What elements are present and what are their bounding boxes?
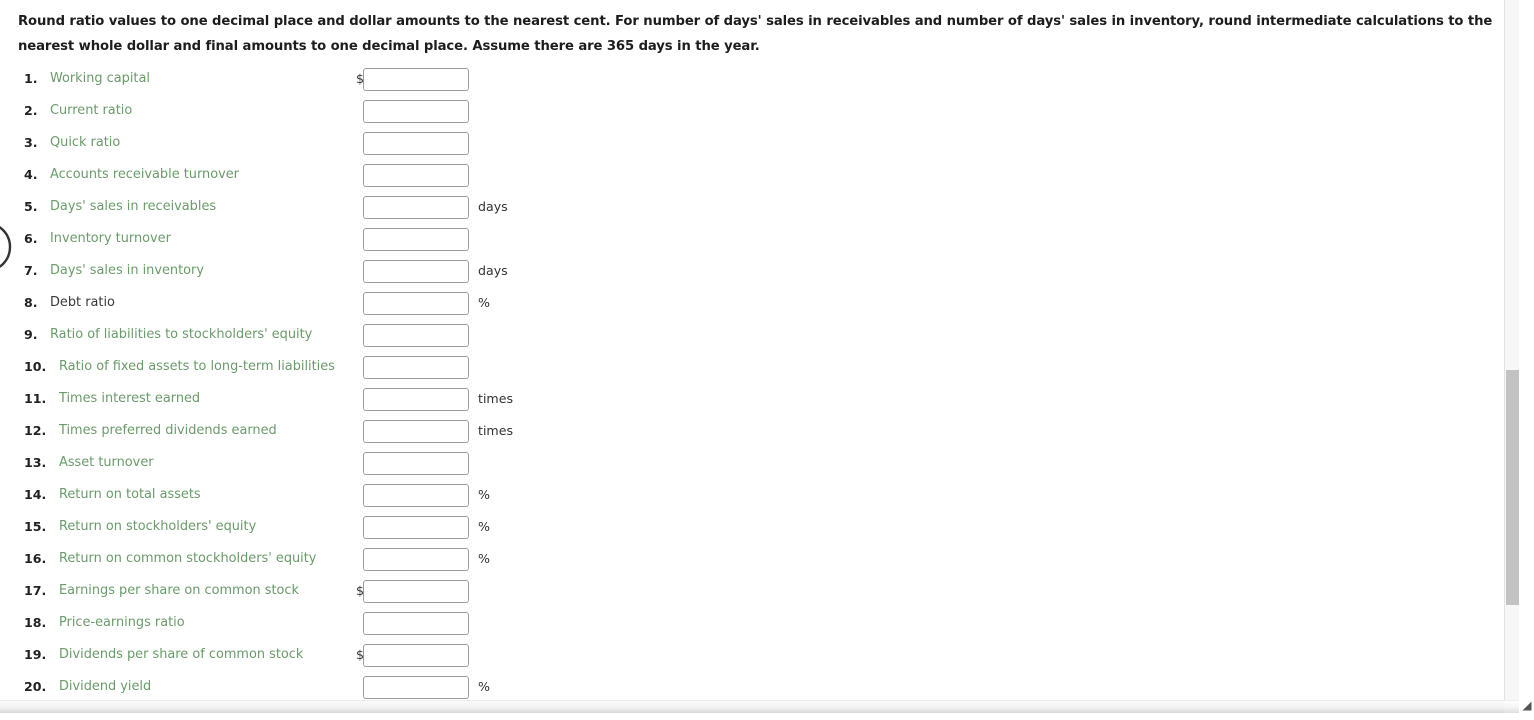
answer-input[interactable] xyxy=(363,612,469,635)
ratio-row: 1. Working capital $ xyxy=(0,68,1519,100)
row-label: Asset turnover xyxy=(59,455,154,470)
row-label: Dividends per share of common stock xyxy=(59,647,304,662)
row-label: Working capital xyxy=(50,71,150,86)
row-label: Accounts receivable turnover xyxy=(50,167,239,182)
row-label: Ratio of liabilities to stockholders' eq… xyxy=(50,327,313,342)
vertical-scrollbar-thumb[interactable] xyxy=(1506,370,1519,605)
row-number: 12. xyxy=(24,423,47,438)
row-number: 6. xyxy=(24,231,38,246)
ratio-row: 4. Accounts receivable turnover xyxy=(0,164,1519,196)
row-number: 7. xyxy=(24,263,38,278)
unit-suffix: % xyxy=(478,551,490,566)
row-number: 1. xyxy=(24,71,38,86)
row-label: Price-earnings ratio xyxy=(59,615,185,630)
unit-suffix: times xyxy=(478,423,514,438)
ratio-row: 5. Days' sales in receivables days xyxy=(0,196,1519,228)
row-number: 11. xyxy=(24,391,47,406)
row-number: 3. xyxy=(24,135,38,150)
unit-suffix: % xyxy=(478,295,490,310)
row-label: Inventory turnover xyxy=(50,231,171,246)
answer-input[interactable] xyxy=(363,580,469,603)
row-number: 14. xyxy=(24,487,47,502)
answer-input[interactable] xyxy=(363,196,469,219)
ratio-row: 14. Return on total assets% xyxy=(0,484,1519,516)
row-label: Quick ratio xyxy=(50,135,121,150)
ratio-row: 19. Dividends per share of common stock $ xyxy=(0,644,1519,676)
row-number: 10. xyxy=(24,359,47,374)
ratio-row: 12. Times preferred dividends earned times xyxy=(0,420,1519,452)
row-label: Return on stockholders' equity xyxy=(59,519,257,534)
row-label: Times interest earned xyxy=(59,391,201,406)
ratio-row: 6. Inventory turnover xyxy=(0,228,1519,260)
answer-input[interactable] xyxy=(363,452,469,475)
row-number: 17. xyxy=(24,583,47,598)
answer-input[interactable] xyxy=(363,68,469,91)
row-label: Days' sales in receivables xyxy=(50,199,217,214)
horizontal-scrollbar[interactable] xyxy=(0,700,1519,713)
worksheet-page: Round ratio values to one decimal place … xyxy=(0,0,1519,713)
answer-input[interactable] xyxy=(363,228,469,251)
row-number: 5. xyxy=(24,199,38,214)
answer-input[interactable] xyxy=(363,644,469,667)
answer-input[interactable] xyxy=(363,548,469,571)
ratio-entry-list: 1. Working capital $2. Current ratio 3. Quick… xyxy=(0,68,1519,708)
answer-input[interactable] xyxy=(363,388,469,411)
ratio-row: 18. Price-earnings ratio xyxy=(0,612,1519,644)
row-label: Days' sales in inventory xyxy=(50,263,204,278)
row-label: Return on common stockholders' equity xyxy=(59,551,317,566)
vertical-scrollbar[interactable] xyxy=(1504,0,1519,705)
unit-suffix: days xyxy=(478,263,508,278)
answer-input[interactable] xyxy=(363,484,469,507)
answer-input[interactable] xyxy=(363,132,469,155)
unit-suffix: % xyxy=(478,487,490,502)
row-label: Ratio of fixed assets to long-term liabi… xyxy=(59,359,335,374)
row-number: 2. xyxy=(24,103,38,118)
row-label: Debt ratio xyxy=(50,295,115,310)
ratio-row: 7. Days' sales in inventory days xyxy=(0,260,1519,292)
answer-input[interactable] xyxy=(363,356,469,379)
unit-suffix: days xyxy=(478,199,508,214)
row-number: 13. xyxy=(24,455,47,470)
row-number: 4. xyxy=(24,167,38,182)
row-number: 19. xyxy=(24,647,47,662)
row-label: Dividend yield xyxy=(59,679,152,694)
answer-input[interactable] xyxy=(363,164,469,187)
horizontal-scrollbar-thumb[interactable] xyxy=(0,701,1504,713)
ratio-row: 16. Return on common stockholders' equity… xyxy=(0,548,1519,580)
ratio-row: 15. Return on stockholders' equity% xyxy=(0,516,1519,548)
window-resize-grip[interactable] xyxy=(1520,700,1533,712)
ratio-row: 10. Ratio of fixed assets to long-term li… xyxy=(0,356,1519,388)
instructions-text: Round ratio values to one decimal place … xyxy=(18,14,1493,54)
answer-input[interactable] xyxy=(363,324,469,347)
row-number: 8. xyxy=(24,295,38,310)
ratio-row: 8. Debt ratio% xyxy=(0,292,1519,324)
unit-suffix: % xyxy=(478,679,490,694)
unit-suffix: times xyxy=(478,391,514,406)
row-number: 9. xyxy=(24,327,38,342)
ratio-row: 9. Ratio of liabilities to stockholders' … xyxy=(0,324,1519,356)
answer-input[interactable] xyxy=(363,100,469,123)
answer-input[interactable] xyxy=(363,676,469,699)
row-label: Current ratio xyxy=(50,103,133,118)
row-number: 15. xyxy=(24,519,47,534)
row-label: Times preferred dividends earned xyxy=(59,423,277,438)
answer-input[interactable] xyxy=(363,516,469,539)
answer-input[interactable] xyxy=(363,420,469,443)
row-number: 20. xyxy=(24,679,47,694)
answer-input[interactable] xyxy=(363,260,469,283)
ratio-row: 11. Times interest earned times xyxy=(0,388,1519,420)
ratio-row: 2. Current ratio xyxy=(0,100,1519,132)
ratio-row: 13. Asset turnover xyxy=(0,452,1519,484)
row-label: Earnings per share on common stock xyxy=(59,583,299,598)
row-number: 16. xyxy=(24,551,47,566)
unit-suffix: % xyxy=(478,519,490,534)
ratio-row: 17. Earnings per share on common stock $ xyxy=(0,580,1519,612)
row-number: 18. xyxy=(24,615,47,630)
answer-input[interactable] xyxy=(363,292,469,315)
ratio-row: 3. Quick ratio xyxy=(0,132,1519,164)
row-label: Return on total assets xyxy=(59,487,201,502)
